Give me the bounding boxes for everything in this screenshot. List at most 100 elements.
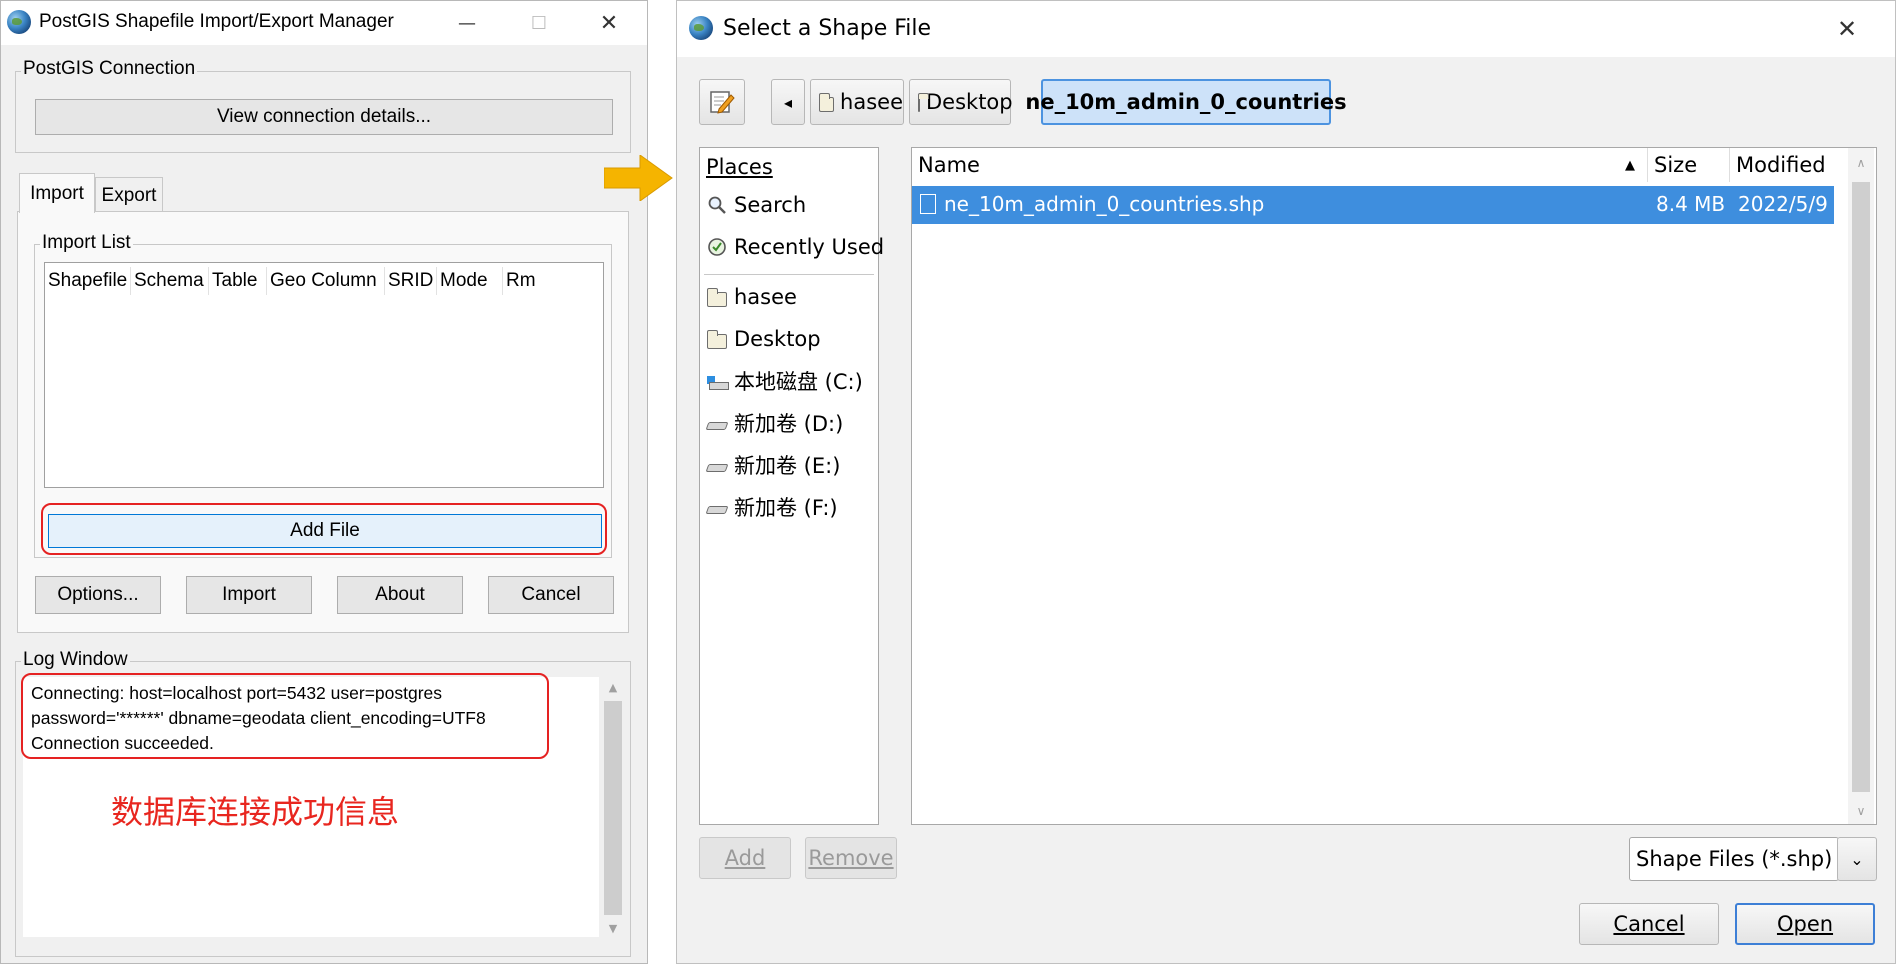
file-size-cell: 8.4 MB bbox=[1656, 192, 1726, 216]
file-modified-cell: 2022/5/9 bbox=[1738, 192, 1828, 216]
select-shape-file-dialog: Select a Shape File ✕ ◂ hasee Desktop ne… bbox=[676, 0, 1896, 964]
recent-icon bbox=[706, 237, 728, 257]
drive-icon bbox=[705, 455, 729, 475]
place-recently-used[interactable]: Recently Used bbox=[706, 230, 884, 264]
open-label: Open bbox=[1776, 912, 1834, 936]
add-place-button[interactable]: Add bbox=[699, 837, 791, 879]
column-name-label: Name bbox=[918, 153, 980, 177]
minimize-button[interactable]: — bbox=[437, 5, 497, 41]
scroll-down-icon[interactable]: ▼ bbox=[601, 922, 625, 935]
column-header-size[interactable]: Size bbox=[1648, 148, 1730, 182]
place-drive-f[interactable]: 新加卷 (F:) bbox=[705, 490, 838, 524]
places-header: Places bbox=[706, 150, 773, 184]
maximize-icon: ☐ bbox=[530, 12, 548, 34]
postgis-globe-icon bbox=[7, 10, 31, 34]
filter-value: Shape Files (*.shp) bbox=[1636, 847, 1833, 871]
column-header-mode[interactable]: Mode bbox=[437, 267, 503, 295]
path-back-button[interactable]: ◂ bbox=[771, 79, 805, 125]
view-connection-details-button[interactable]: View connection details... bbox=[35, 99, 613, 135]
file-name: ne_10m_admin_0_countries.shp bbox=[944, 192, 1265, 216]
remove-place-button[interactable]: Remove bbox=[805, 837, 897, 879]
success-annotation: 数据库连接成功信息 bbox=[111, 793, 400, 831]
column-header-table[interactable]: Table bbox=[209, 267, 267, 295]
crumb-label: Desktop bbox=[926, 90, 1013, 114]
places-separator bbox=[704, 274, 874, 275]
import-list-label: Import List bbox=[40, 232, 133, 254]
path-crumb-current[interactable]: ne_10m_admin_0_countries bbox=[1025, 79, 1347, 125]
place-drive-c[interactable]: 本地磁盘 (C:) bbox=[706, 364, 863, 398]
path-crumb-desktop[interactable]: Desktop bbox=[909, 79, 1013, 125]
crumb-label: hasee bbox=[840, 90, 903, 114]
import-list-table[interactable]: Shapefile Schema Table Geo Column SRID M… bbox=[44, 262, 604, 488]
postgis-connection-label: PostGIS Connection bbox=[21, 58, 198, 80]
place-label: 新加卷 (F:) bbox=[734, 496, 838, 520]
add-file-highlight bbox=[41, 503, 607, 555]
column-header-geo-column[interactable]: Geo Column bbox=[267, 267, 385, 295]
edit-icon bbox=[710, 91, 735, 114]
postgis-globe-icon bbox=[689, 16, 713, 40]
scroll-up-icon[interactable]: ▲ bbox=[601, 681, 625, 694]
file-icon bbox=[920, 194, 936, 214]
dialog-close-button[interactable]: ✕ bbox=[1817, 11, 1877, 47]
close-button[interactable]: ✕ bbox=[579, 5, 639, 41]
path-crumb-hasee[interactable]: hasee bbox=[810, 79, 904, 125]
log-highlight bbox=[21, 673, 549, 759]
about-button[interactable]: About bbox=[337, 576, 463, 614]
column-header-modified[interactable]: Modified bbox=[1730, 148, 1834, 182]
tab-import[interactable]: Import bbox=[19, 173, 95, 213]
file-list-pane: Name ▲ Size Modified ne_10m_admin_0_coun… bbox=[911, 147, 1877, 825]
tab-export[interactable]: Export bbox=[95, 177, 163, 213]
file-list-scrollbar[interactable]: ∧ ∨ bbox=[1848, 148, 1874, 824]
maximize-button[interactable]: ☐ bbox=[509, 5, 569, 41]
file-type-filter[interactable]: Shape Files (*.shp) bbox=[1629, 837, 1839, 881]
cancel-button[interactable]: Cancel bbox=[488, 576, 614, 614]
dialog-open-button[interactable]: Open bbox=[1735, 903, 1875, 945]
cancel-label: Cancel bbox=[1613, 912, 1685, 936]
file-row-selected[interactable]: ne_10m_admin_0_countries.shp 8.4 MB 2022… bbox=[912, 186, 1834, 224]
remove-label: Remove bbox=[808, 846, 894, 870]
column-header-rm[interactable]: Rm bbox=[503, 267, 603, 295]
file-name-cell: ne_10m_admin_0_countries.shp bbox=[920, 186, 1264, 222]
place-drive-e[interactable]: 新加卷 (E:) bbox=[705, 448, 841, 482]
drive-icon bbox=[705, 413, 729, 433]
file-scroll-thumb[interactable] bbox=[1852, 182, 1870, 792]
chevron-down-icon: ⌄ bbox=[1850, 849, 1864, 869]
window-title: PostGIS Shapefile Import/Export Manager bbox=[39, 11, 394, 32]
place-label: hasee bbox=[734, 285, 797, 309]
dialog-title-bar: Select a Shape File ✕ bbox=[677, 1, 1895, 57]
drive-icon bbox=[705, 497, 729, 517]
place-label: Recently Used bbox=[734, 235, 885, 259]
add-label: Add bbox=[724, 846, 766, 870]
place-label: 新加卷 (E:) bbox=[734, 454, 841, 478]
folder-icon bbox=[818, 92, 835, 112]
place-label: Desktop bbox=[734, 327, 821, 351]
place-drive-d[interactable]: 新加卷 (D:) bbox=[705, 406, 843, 440]
scroll-up-icon[interactable]: ∧ bbox=[1848, 156, 1874, 170]
dialog-cancel-button[interactable]: Cancel bbox=[1579, 903, 1719, 945]
column-header-schema[interactable]: Schema bbox=[131, 267, 209, 295]
place-hasee[interactable]: hasee bbox=[706, 280, 797, 314]
place-label: 本地磁盘 (C:) bbox=[734, 370, 863, 394]
folder-icon bbox=[917, 92, 929, 112]
column-header-name[interactable]: Name ▲ bbox=[912, 148, 1648, 182]
title-bar: PostGIS Shapefile Import/Export Manager … bbox=[1, 1, 647, 45]
scroll-down-icon[interactable]: ∨ bbox=[1848, 804, 1874, 818]
search-icon bbox=[706, 195, 728, 215]
type-location-button[interactable] bbox=[699, 79, 745, 125]
minimize-icon: — bbox=[458, 12, 476, 34]
column-header-shapefile[interactable]: Shapefile bbox=[45, 267, 131, 295]
close-icon: ✕ bbox=[1836, 15, 1858, 43]
arrow-right-icon bbox=[604, 155, 673, 201]
import-button[interactable]: Import bbox=[186, 576, 312, 614]
log-scroll-thumb[interactable] bbox=[604, 701, 622, 915]
place-desktop[interactable]: Desktop bbox=[706, 322, 821, 356]
column-header-srid[interactable]: SRID bbox=[385, 267, 437, 295]
options-button[interactable]: Options... bbox=[35, 576, 161, 614]
shapefile-manager-window: PostGIS Shapefile Import/Export Manager … bbox=[0, 0, 648, 964]
log-scrollbar[interactable]: ▲ ▼ bbox=[601, 677, 625, 939]
filter-dropdown-button[interactable]: ⌄ bbox=[1837, 837, 1877, 881]
import-tab-panel: Import List Shapefile Schema Table Geo C… bbox=[17, 211, 629, 633]
place-search[interactable]: Search bbox=[706, 188, 806, 222]
places-pane: Places Search Recently Used hasee Deskto… bbox=[699, 147, 884, 825]
log-window-label: Log Window bbox=[21, 649, 130, 671]
